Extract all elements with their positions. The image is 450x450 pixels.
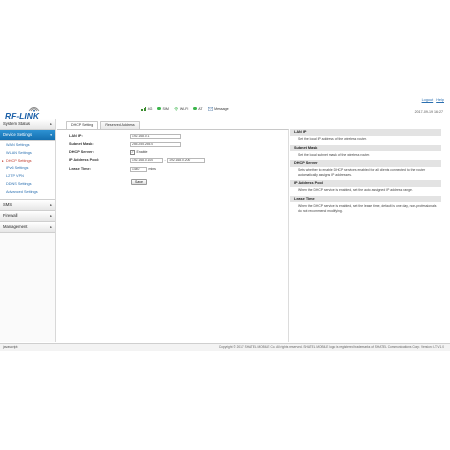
section-label: Device Settings [3, 132, 33, 137]
section-label: SMS [3, 201, 13, 207]
connection-status-bar: 4G SIM Wi-Fi AT Message [141, 105, 229, 112]
signal-bars-icon [141, 106, 147, 111]
dhcp-server-row: DHCP Server: ✓ Enable [69, 149, 147, 155]
wifi-icon [174, 106, 179, 111]
status-sim: SIM [157, 106, 169, 111]
chevron-right-icon: ▸ [50, 213, 52, 218]
status-message[interactable]: Message [207, 106, 229, 111]
ip-pool-row: IP Address Pool: - [69, 157, 206, 163]
sidebar-item-ddns-settings[interactable]: DDNS Settings [0, 181, 55, 189]
sidebar-item-dhcp-settings[interactable]: DHCP Settings [0, 158, 55, 166]
dhcp-enable-checkbox[interactable]: ✓ [130, 149, 135, 155]
save-button[interactable]: Save [131, 179, 147, 185]
chevron-right-icon: ▸ [50, 202, 52, 207]
status-message-label: Message [214, 106, 229, 111]
footer: javascript: Copyright © 2017 SHATEL MOBI… [0, 343, 450, 351]
logout-link[interactable]: Logout [422, 98, 434, 102]
sidebar-section-device-settings[interactable]: Device Settings ▾ [0, 130, 55, 141]
lease-time-label: Lease Time: [69, 167, 91, 171]
subnet-mask-label: Subnet Mask: [69, 142, 94, 146]
sidebar-section-sms[interactable]: SMS ▸ [0, 199, 55, 211]
sim-icon [157, 106, 161, 111]
lease-time-unit: mins [148, 167, 156, 171]
lease-time-input[interactable] [130, 166, 147, 172]
sidebar-item-wlan-settings[interactable]: WLAN Settings [0, 150, 55, 158]
datetime: 2017-09-19 16:27 [414, 110, 443, 114]
ip-pool-start-input[interactable] [130, 157, 163, 163]
settings-tabs: DHCP Setting Reserved Address [66, 121, 140, 129]
help-text-lan-ip: Set the local IP address of the wireless… [298, 137, 367, 141]
sidebar-item-advanced-settings[interactable]: Advanced Settings [0, 189, 55, 197]
chevron-down-icon: ▾ [50, 133, 52, 137]
sidebar-item-l2tp-vpn[interactable]: L2TP VPN [0, 173, 55, 181]
status-at-label: AT [198, 106, 203, 111]
lan-ip-row: LAN IP: [69, 133, 181, 139]
status-text: javascript: [3, 345, 19, 349]
chevron-right-icon: ▸ [50, 224, 52, 229]
status-at: AT [193, 106, 203, 111]
dhcp-server-label: DHCP Server: [69, 150, 94, 154]
lan-ip-label: LAN IP: [69, 134, 83, 138]
tab-dhcp-setting[interactable]: DHCP Setting [66, 121, 99, 129]
message-icon [207, 106, 213, 111]
section-label: System Status [3, 121, 30, 126]
sidebar-item-ipv6-settings[interactable]: IPv6 Settings [0, 165, 55, 173]
status-4g: 4G [141, 107, 152, 111]
sidebar-section-firewall[interactable]: Firewall ▸ [0, 210, 55, 222]
help-text-ip-pool: When the DHCP service is enabled, set th… [298, 188, 413, 193]
copyright-text: Copyright © 2017 SHATEL MOBILE Co. All r… [218, 345, 444, 349]
dhcp-form: LAN IP: Subnet Mask: DHCP Server: ✓ Enab… [57, 129, 289, 342]
tab-reserved-address[interactable]: Reserved Address [100, 121, 140, 129]
section-label: Firewall [3, 212, 18, 218]
header-links: Logout Help [422, 98, 444, 102]
help-link[interactable]: Help [436, 98, 444, 102]
sidebar-section-management[interactable]: Management ▸ [0, 221, 55, 233]
section-label: Management [3, 223, 28, 229]
sim-icon [193, 106, 197, 111]
sidebar-item-wan-settings[interactable]: WAN Settings [0, 142, 55, 150]
status-4g-label: 4G [147, 106, 153, 111]
help-text-lease-time: When the DHCP service is enabled, set th… [298, 203, 437, 213]
dhcp-enable-label: Enable [136, 150, 148, 154]
help-text-dhcp-server: Sets whether to enable DHCP services ena… [298, 168, 426, 177]
help-text-subnet-mask: Set the local subnet mask of the wireles… [298, 152, 370, 157]
ip-pool-separator: - [164, 158, 166, 162]
subnet-mask-row: Subnet Mask: [69, 141, 181, 147]
status-sim-label: SIM [162, 106, 169, 111]
sidebar-section-system-status[interactable]: System Status ▸ [0, 119, 55, 130]
ip-pool-label: IP Address Pool: [69, 158, 100, 162]
chevron-right-icon: ▸ [50, 122, 52, 126]
sidebar: System Status ▸ Device Settings ▾ WAN Se… [0, 119, 56, 342]
status-wifi: Wi-Fi [174, 107, 188, 111]
status-wifi-label: Wi-Fi [179, 106, 189, 111]
ip-pool-end-input[interactable] [167, 157, 206, 163]
lease-time-row: Lease Time: mins [69, 166, 156, 172]
help-panel: LAN IP Set the local IP address of the w… [290, 129, 441, 341]
lan-ip-input[interactable] [130, 133, 181, 139]
subnet-mask-input[interactable] [130, 141, 181, 147]
device-settings-submenu: WAN Settings WLAN Settings DHCP Settings… [0, 141, 55, 200]
